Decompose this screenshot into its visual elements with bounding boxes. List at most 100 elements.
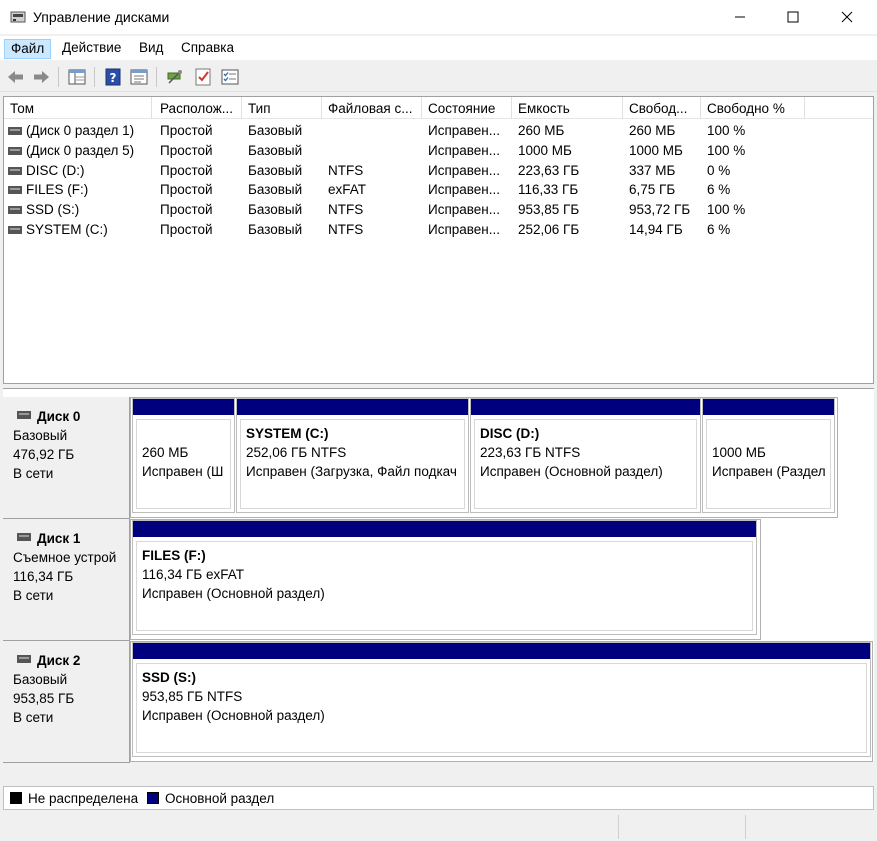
cell-status: Исправен...: [428, 202, 501, 218]
disk-icon: [17, 411, 31, 419]
check-icon[interactable]: [193, 67, 213, 87]
disk-0-partition-1[interactable]: 260 МБ Исправен (Ш: [132, 398, 235, 513]
partition-details: FILES (F:) 116,34 ГБ exFAT Исправен (Осн…: [136, 541, 753, 631]
partition-name: SYSTEM (C:): [246, 426, 329, 441]
disk-0-state: В сети: [13, 466, 54, 481]
menu-action[interactable]: Действие: [56, 39, 127, 59]
partition-name: FILES (F:): [142, 548, 206, 563]
partition-primary-bar: [703, 399, 834, 415]
disk-1-partition-files[interactable]: FILES (F:) 116,34 ГБ exFAT Исправен (Осн…: [132, 520, 757, 635]
cell-fs: NTFS: [328, 202, 364, 218]
properties-icon[interactable]: [129, 67, 149, 87]
partition-primary-bar: [471, 399, 700, 415]
cell-free-pct: 100 %: [707, 202, 746, 218]
back-arrow-icon[interactable]: [6, 67, 26, 87]
cell-type: Базовый: [248, 202, 303, 218]
column-header-volume[interactable]: Том: [4, 97, 152, 119]
cell-status: Исправен...: [428, 182, 501, 198]
column-header-layout[interactable]: Располож...: [154, 97, 242, 119]
partition-size: 1000 МБ: [712, 445, 766, 460]
status-bar: [0, 812, 877, 841]
disk-1-label[interactable]: Диск 1 Съемное устрой 116,34 ГБ В сети: [3, 519, 130, 641]
partition-primary-bar: [133, 643, 870, 659]
disk-1-kind: Съемное устрой: [13, 550, 117, 565]
cell-name: (Диск 0 раздел 5): [26, 142, 135, 158]
disk-0-partition-system[interactable]: SYSTEM (C:) 252,06 ГБ NTFS Исправен (Заг…: [236, 398, 469, 513]
disk-2-name: Диск 2: [37, 653, 81, 668]
column-header-free[interactable]: Свобод...: [623, 97, 701, 119]
settings-list-icon[interactable]: [220, 67, 240, 87]
disk-graphical-view: Диск 0 Базовый 476,92 ГБ В сети 260 МБ И…: [3, 388, 874, 763]
cell-free: 953,72 ГБ: [629, 202, 691, 218]
disk-0-partition-5[interactable]: 1000 МБ Исправен (Раздел: [702, 398, 835, 513]
maximize-icon: [787, 11, 799, 23]
legend-unallocated-label: Не распределена: [28, 791, 139, 806]
cell-name: FILES (F:): [26, 182, 89, 198]
disk-icon: [17, 655, 31, 663]
partition-size: 252,06 ГБ NTFS: [246, 445, 347, 460]
column-header-capacity[interactable]: Емкость: [512, 97, 623, 119]
table-row[interactable]: (Диск 0 раздел 5) Простой Базовый Исправен.…: [4, 141, 873, 161]
table-row[interactable]: SYSTEM (C:) Простой Базовый NTFS Исправен...…: [4, 220, 873, 240]
disk-icon: [17, 533, 31, 541]
volume-icon: [8, 226, 22, 234]
menu-view[interactable]: Вид: [133, 39, 169, 59]
cell-free-pct: 100 %: [707, 123, 746, 138]
disk-0-map: 260 МБ Исправен (Ш SYSTEM (C:) 252,06 ГБ…: [130, 397, 838, 518]
volume-icon: [8, 166, 22, 175]
svg-text:?: ?: [110, 71, 117, 85]
window-title: Управление дисками: [33, 9, 170, 25]
cell-layout: Простой: [160, 202, 213, 218]
connect-icon[interactable]: [165, 67, 185, 87]
disk-0-label[interactable]: Диск 0 Базовый 476,92 ГБ В сети: [3, 397, 130, 519]
cell-free: 337 МБ: [629, 162, 676, 178]
cell-name: SYSTEM (C:): [26, 222, 108, 237]
minimize-icon: [735, 16, 745, 18]
cell-name: DISC (D:): [26, 162, 85, 178]
volume-icon: [8, 186, 22, 195]
partition-primary-bar: [237, 399, 468, 415]
cell-fs: NTFS: [328, 222, 364, 237]
volume-icon: [8, 206, 22, 215]
partition-details: SSD (S:) 953,85 ГБ NTFS Исправен (Основн…: [136, 663, 867, 753]
disk-1-title: Диск 1: [13, 529, 129, 548]
title-bar: Управление дисками: [0, 0, 877, 34]
partition-details: 1000 МБ Исправен (Раздел: [706, 419, 831, 509]
cell-fs: exFAT: [328, 182, 367, 198]
column-header-status[interactable]: Состояние: [422, 97, 512, 119]
column-header-type[interactable]: Тип: [242, 97, 322, 119]
disk-0-partition-disc[interactable]: DISC (D:) 223,63 ГБ NTFS Исправен (Основ…: [470, 398, 701, 513]
close-button[interactable]: [824, 0, 870, 34]
disk-1-map: FILES (F:) 116,34 ГБ exFAT Исправен (Осн…: [130, 519, 761, 640]
table-row[interactable]: FILES (F:) Простой Базовый exFAT Исправен...…: [4, 180, 873, 200]
disk-list-icon[interactable]: [67, 67, 87, 87]
disk-2-label[interactable]: Диск 2 Базовый 953,85 ГБ В сети: [3, 641, 130, 763]
cell-free: 260 МБ: [629, 123, 676, 138]
cell-free-pct: 6 %: [707, 182, 731, 198]
forward-arrow-icon[interactable]: [31, 67, 51, 87]
partition-details: SYSTEM (C:) 252,06 ГБ NTFS Исправен (Заг…: [240, 419, 465, 509]
table-row[interactable]: DISC (D:) Простой Базовый NTFS Исправен... 22…: [4, 161, 873, 181]
cell-layout: Простой: [160, 142, 213, 158]
menu-help[interactable]: Справка: [175, 39, 240, 59]
cell-layout: Простой: [160, 222, 213, 237]
partition-name: [142, 424, 225, 443]
column-header-free-percent[interactable]: Свободно %: [701, 97, 805, 119]
cell-name: SSD (S:): [26, 202, 80, 218]
maximize-button[interactable]: [770, 0, 816, 34]
partition-name: DISC (D:): [480, 426, 540, 441]
disk-2-partition-ssd[interactable]: SSD (S:) 953,85 ГБ NTFS Исправен (Основн…: [132, 642, 871, 757]
menu-file[interactable]: Файл: [4, 39, 52, 59]
toolbar: ?: [0, 62, 877, 92]
disk-0-name: Диск 0: [37, 409, 81, 424]
cell-layout: Простой: [160, 123, 213, 138]
menu-bar: Файл Действие Вид Справка: [0, 36, 877, 60]
table-row[interactable]: SSD (S:) Простой Базовый NTFS Исправен... 953…: [4, 200, 873, 220]
cell-free: 1000 МБ: [629, 142, 683, 158]
minimize-button[interactable]: [717, 0, 763, 34]
partition-details: 260 МБ Исправен (Ш: [136, 419, 231, 509]
help-icon[interactable]: ?: [103, 67, 123, 87]
disk-1-size: 116,34 ГБ: [13, 569, 74, 584]
table-row[interactable]: (Диск 0 раздел 1) Простой Базовый Исправен.…: [4, 121, 873, 141]
column-header-filesystem[interactable]: Файловая с...: [322, 97, 422, 119]
